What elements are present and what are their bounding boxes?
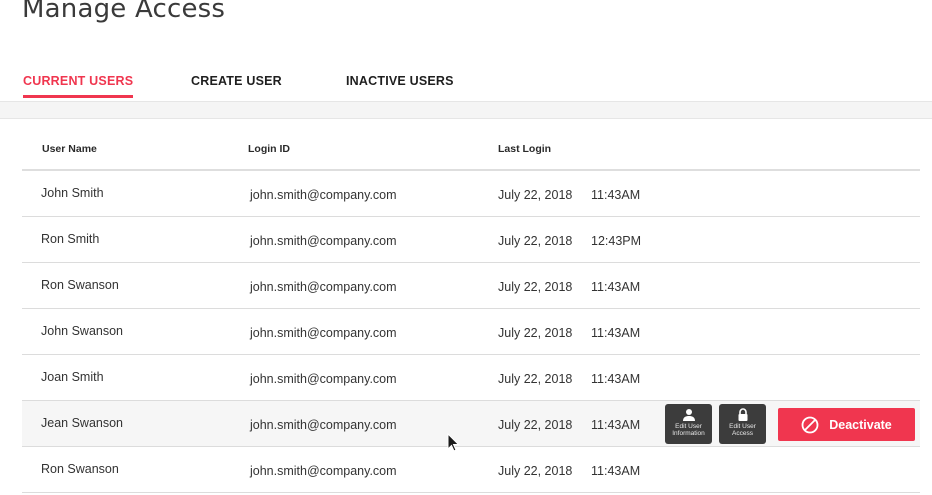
edit-user-information-label: Edit User Information — [672, 423, 705, 437]
page-title: Manage Access — [22, 0, 226, 24]
login-id-cell: john.smith@company.com — [250, 418, 397, 432]
tab-current-users[interactable]: CURRENT USERS — [23, 74, 134, 98]
last-login-time-cell: 11:43AM — [591, 188, 641, 202]
column-header-user-name[interactable]: User Name — [42, 143, 97, 155]
last-login-time-cell: 12:43PM — [591, 234, 642, 248]
edit-user-access-button[interactable]: Edit User Access — [719, 404, 766, 444]
tab-create-user[interactable]: CREATE USER — [191, 74, 282, 95]
column-header-last-login[interactable]: Last Login — [498, 143, 551, 155]
tab-bar: CURRENT USERS CREATE USER INACTIVE USERS — [0, 66, 932, 102]
last-login-date-cell: July 22, 2018 — [498, 188, 573, 202]
login-id-cell: john.smith@company.com — [250, 280, 397, 294]
tab-divider — [0, 101, 932, 119]
user-name-cell: John Swanson — [41, 324, 124, 338]
user-name-cell: Joan Smith — [41, 370, 104, 384]
table-row[interactable]: Joan Smith john.smith@company.com July 2… — [22, 355, 920, 401]
user-name-cell: John Smith — [41, 186, 104, 200]
last-login-time-cell: 11:43AM — [591, 418, 641, 432]
table-row[interactable]: Ron Swanson john.smith@company.com July … — [22, 447, 920, 493]
last-login-time-cell: 11:43AM — [591, 464, 641, 478]
table-row[interactable]: Ron Smith john.smith@company.com July 22… — [22, 217, 920, 263]
login-id-cell: john.smith@company.com — [250, 326, 397, 340]
last-login-date-cell: July 22, 2018 — [498, 234, 573, 248]
last-login-date-cell: July 22, 2018 — [498, 326, 573, 340]
user-name-cell: Ron Smith — [41, 232, 100, 246]
table-header: User Name Login ID Last Login — [22, 128, 920, 171]
login-id-cell: john.smith@company.com — [250, 464, 397, 478]
user-name-cell: Ron Swanson — [41, 462, 119, 476]
lock-icon — [738, 408, 747, 421]
deactivate-label: Deactivate — [829, 417, 892, 432]
table-row[interactable]: John Smith john.smith@company.com July 2… — [22, 171, 920, 217]
tab-inactive-users[interactable]: INACTIVE USERS — [346, 74, 454, 95]
user-name-cell: Jean Swanson — [41, 416, 124, 430]
edit-user-access-label: Edit User Access — [729, 423, 756, 437]
mouse-pointer-icon — [447, 433, 460, 452]
edit-user-information-button[interactable]: Edit User Information — [665, 404, 712, 444]
users-table: User Name Login ID Last Login John Smith… — [22, 128, 920, 493]
last-login-time-cell: 11:43AM — [591, 372, 641, 386]
last-login-date-cell: July 22, 2018 — [498, 280, 573, 294]
deactivate-button[interactable]: Deactivate — [778, 408, 915, 441]
column-header-login-id[interactable]: Login ID — [248, 143, 290, 155]
table-row[interactable]: Ron Swanson john.smith@company.com July … — [22, 263, 920, 309]
login-id-cell: john.smith@company.com — [250, 188, 397, 202]
table-row-hovered[interactable]: Jean Swanson john.smith@company.com July… — [22, 401, 920, 447]
user-icon — [682, 409, 695, 421]
login-id-cell: john.smith@company.com — [250, 372, 397, 386]
user-name-cell: Ron Swanson — [41, 278, 119, 292]
last-login-time-cell: 11:43AM — [591, 280, 641, 294]
last-login-date-cell: July 22, 2018 — [498, 418, 573, 432]
table-row[interactable]: John Swanson john.smith@company.com July… — [22, 309, 920, 355]
last-login-time-cell: 11:43AM — [591, 326, 641, 340]
login-id-cell: john.smith@company.com — [250, 234, 397, 248]
ban-icon — [801, 416, 819, 433]
last-login-date-cell: July 22, 2018 — [498, 464, 573, 478]
last-login-date-cell: July 22, 2018 — [498, 372, 573, 386]
